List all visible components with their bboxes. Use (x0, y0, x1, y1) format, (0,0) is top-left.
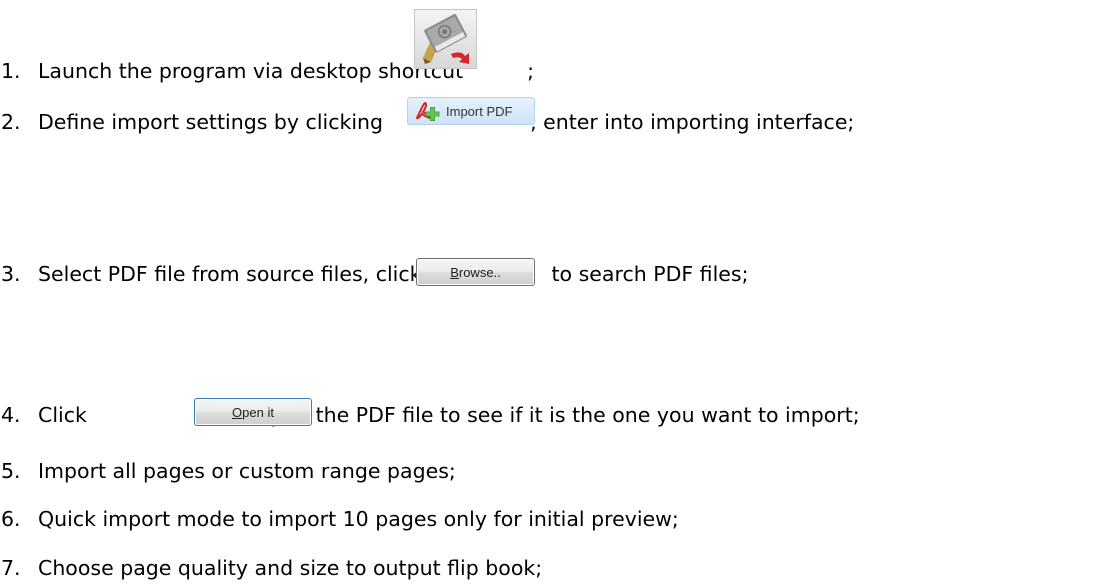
import-pdf-button[interactable]: Import PDF (407, 97, 535, 125)
step-text: Choose page quality and size to output f… (38, 556, 543, 580)
step-number: 7. (1, 556, 21, 580)
step-number: 4. (1, 403, 21, 427)
browse-label: Browse.. (450, 264, 501, 280)
open-it-button[interactable]: Open it (194, 398, 312, 426)
step-6: 6. Quick import mode to import 10 pages … (0, 507, 679, 531)
step-text-after: ; (527, 59, 535, 83)
step-4: 4. Click to open the PDF file to see if … (0, 403, 860, 427)
step-text-after: , enter into importing interface; (530, 110, 855, 134)
step-text: Launch the program via desktop shortcut (38, 59, 464, 83)
step-number: 1. (1, 59, 21, 83)
step-text: Click (38, 403, 87, 427)
step-number: 2. (1, 110, 21, 134)
flipbook-program-icon[interactable] (414, 9, 477, 69)
pdf-plus-icon (415, 101, 440, 121)
step-number: 6. (1, 507, 21, 531)
step-text: Select PDF file from source files, click (38, 262, 422, 286)
instructions-page: 1. Launch the program via desktop shortc… (0, 0, 1097, 587)
browse-button[interactable]: Browse.. (416, 258, 535, 286)
open-it-label: Open it (232, 404, 274, 420)
step-3: 3. Select PDF file from source files, cl… (0, 262, 749, 286)
step-text: Import all pages or custom range pages; (38, 459, 456, 483)
step-number: 5. (1, 459, 21, 483)
step-7: 7. Choose page quality and size to outpu… (0, 556, 542, 580)
step-number: 3. (1, 262, 21, 286)
import-pdf-label: Import PDF (446, 103, 513, 119)
step-5: 5. Import all pages or custom range page… (0, 459, 456, 483)
step-text-after: to open the PDF file to see if it is the… (230, 403, 860, 427)
step-text: Quick import mode to import 10 pages onl… (38, 507, 679, 531)
step-text: Define import settings by clicking (38, 110, 384, 134)
step-text-after: to search PDF files; (551, 262, 749, 286)
